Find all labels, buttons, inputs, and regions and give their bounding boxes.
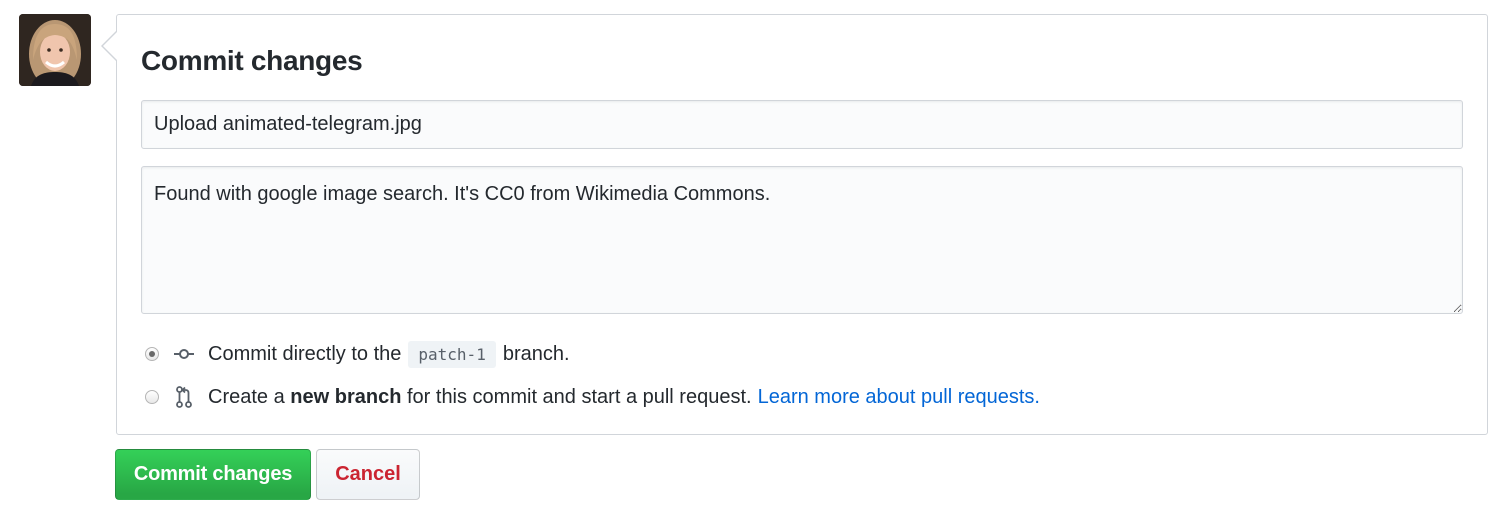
commit-summary-input[interactable]	[141, 100, 1463, 149]
new-branch-bold: new branch	[290, 385, 402, 408]
new-branch-text-prefix: Create a	[208, 385, 285, 408]
panel-pointer-inner	[103, 31, 118, 61]
learn-more-pull-requests-link[interactable]: Learn more about pull requests.	[758, 386, 1040, 409]
new-branch-option[interactable]: Create a new branch for this commit and …	[145, 383, 1040, 411]
commit-direct-text: Commit directly to the	[208, 342, 402, 365]
avatar-portrait-icon	[19, 14, 91, 86]
user-avatar[interactable]	[19, 14, 91, 86]
new-branch-text-suffix: for this commit and start a pull request…	[406, 385, 752, 408]
commit-description-textarea[interactable]: Found with google image search. It's CC0…	[141, 166, 1463, 314]
commit-direct-option[interactable]: Commit directly to the patch-1 branch.	[145, 340, 570, 368]
commit-direct-radio[interactable]	[145, 347, 159, 361]
branch-name: patch-1	[408, 340, 496, 368]
cancel-button[interactable]: Cancel	[316, 449, 420, 500]
git-commit-icon	[174, 343, 194, 365]
commit-changes-button[interactable]: Commit changes	[115, 449, 311, 500]
git-pull-request-icon	[174, 386, 194, 408]
commit-form-page: Commit changes Found with google image s…	[0, 0, 1507, 512]
commit-panel: Commit changes Found with google image s…	[116, 14, 1488, 435]
panel-title: Commit changes	[141, 45, 363, 76]
new-branch-radio[interactable]	[145, 390, 159, 404]
commit-direct-suffix: branch.	[502, 342, 570, 365]
